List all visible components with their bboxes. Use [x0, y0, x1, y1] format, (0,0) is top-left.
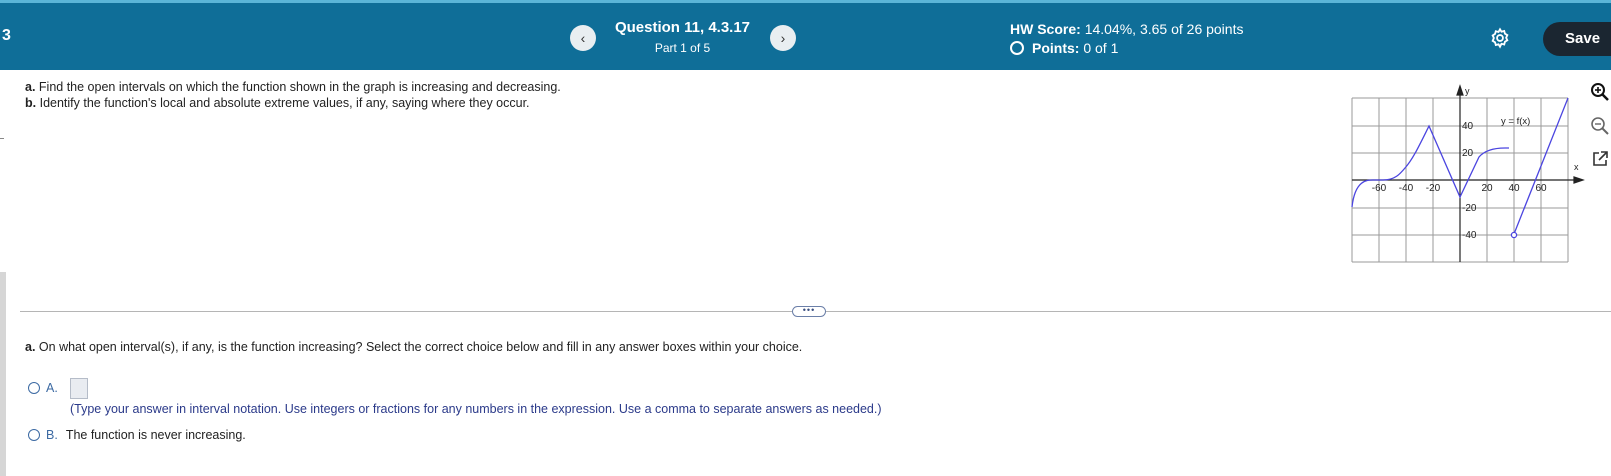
- points-value: 0 of 1: [1083, 40, 1119, 56]
- left-scrollbar[interactable]: [0, 272, 6, 476]
- function-graph: y x -60 -40 -20 20 40 60 40 20 -20 -40 y…: [1351, 84, 1585, 263]
- x-tick-label: 20: [1481, 183, 1493, 194]
- zoom-out-icon[interactable]: [1590, 116, 1610, 136]
- x-tick-label: -20: [1426, 183, 1441, 194]
- points-status: Points: 0 of 1: [1010, 40, 1118, 56]
- points-label: Points:: [1032, 40, 1080, 56]
- hw-score-value: 14.04%, 3.65 of 26 points: [1084, 21, 1244, 37]
- problem-part-b: b. Identify the function's local and abs…: [25, 95, 561, 111]
- hw-score: HW Score: 14.04%, 3.65 of 26 points: [1010, 21, 1243, 37]
- chevron-right-icon: ›: [780, 30, 786, 46]
- expand-toggle-button[interactable]: •••: [792, 306, 826, 317]
- problem-b-prefix: b.: [25, 96, 37, 110]
- save-button[interactable]: Save: [1543, 22, 1611, 56]
- top-bar: 3 ‹ Question 11, 4.3.17 Part 1 of 5 › HW…: [0, 0, 1611, 70]
- points-status-icon: [1010, 41, 1024, 55]
- part-indicator: Part 1 of 5: [654, 41, 711, 55]
- open-endpoint-marker: [1510, 231, 1518, 239]
- problem-a-prefix: a.: [25, 80, 36, 94]
- y-tick-label: 20: [1462, 148, 1474, 159]
- gear-icon[interactable]: [1489, 27, 1511, 49]
- x-tick-label: 60: [1535, 183, 1547, 194]
- choice-a-radio[interactable]: [28, 382, 40, 394]
- question-a-text: On what open interval(s), if any, is the…: [38, 340, 803, 354]
- problem-a-text: Find the open intervals on which the fun…: [38, 80, 561, 94]
- open-external-icon[interactable]: [1590, 149, 1610, 169]
- choice-b[interactable]: B. The function is never increasing.: [28, 428, 246, 442]
- problem-statement: a. Find the open intervals on which the …: [25, 79, 561, 111]
- question-title: Question 11, 4.3.17: [614, 19, 751, 36]
- x-tick-label: -40: [1399, 183, 1414, 194]
- choice-b-radio[interactable]: [28, 429, 40, 441]
- choice-a[interactable]: A.: [28, 381, 58, 395]
- function-label: y = f(x): [1501, 116, 1530, 127]
- x-axis-label: x: [1574, 162, 1579, 172]
- y-tick-labels: 40 20 -20 -40: [1462, 121, 1477, 241]
- previous-question-button[interactable]: ‹: [570, 25, 596, 51]
- next-question-button[interactable]: ›: [770, 25, 796, 51]
- y-tick-label: -20: [1462, 203, 1477, 214]
- zoom-in-icon[interactable]: [1590, 82, 1610, 102]
- choice-a-label: A.: [46, 381, 58, 395]
- chevron-left-icon: ‹: [580, 30, 586, 46]
- problem-b-text: Identify the function's local and absolu…: [39, 96, 530, 110]
- choice-b-label: B.: [46, 428, 58, 442]
- question-a-prefix: a.: [25, 340, 36, 354]
- choice-a-answer-input[interactable]: [70, 378, 88, 399]
- choice-a-hint: (Type your answer in interval notation. …: [70, 402, 882, 416]
- x-tick-label: 40: [1508, 183, 1520, 194]
- problem-part-a: a. Find the open intervals on which the …: [25, 79, 561, 95]
- left-edge-mark: [0, 138, 4, 139]
- hw-score-label: HW Score:: [1010, 21, 1081, 37]
- x-tick-labels: -60 -40 -20 20 40 60: [1372, 183, 1547, 194]
- question-a: a. On what open interval(s), if any, is …: [25, 340, 802, 354]
- choice-b-text: The function is never increasing.: [65, 428, 246, 442]
- y-axis-label: y: [1465, 86, 1470, 96]
- question-number-fragment: 3: [2, 27, 11, 44]
- x-tick-label: -60: [1372, 183, 1387, 194]
- y-tick-label: 40: [1462, 121, 1474, 132]
- y-tick-label: -40: [1462, 230, 1477, 241]
